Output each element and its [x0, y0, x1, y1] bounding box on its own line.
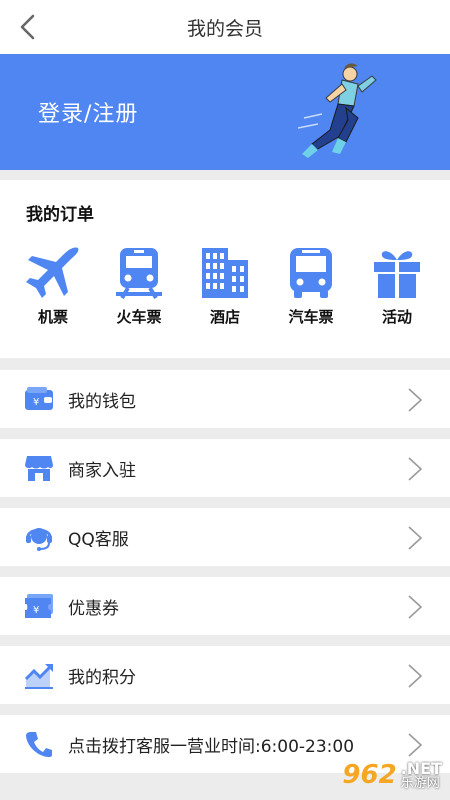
orders-title: 我的订单 [26, 205, 94, 225]
svg-text:¥: ¥ [33, 605, 39, 616]
login-banner: 登录/注册 [0, 54, 450, 170]
gift-icon [374, 251, 420, 298]
phone-icon [24, 729, 54, 759]
watermark-sub: 乐游网 [400, 775, 440, 791]
order-flight[interactable]: 机票 [13, 244, 93, 327]
hotel-icon [202, 248, 248, 298]
chevron-right-icon [408, 388, 423, 412]
chevron-right-icon [408, 526, 423, 550]
menu-label: 优惠券 [68, 598, 119, 619]
chevron-right-icon [408, 733, 423, 757]
order-bus[interactable]: 汽车票 [271, 244, 351, 327]
order-label: 火车票 [116, 308, 162, 326]
wallet-icon: ¥ [24, 384, 54, 414]
chevron-left-icon [20, 14, 35, 40]
login-register-link[interactable]: 登录/注册 [38, 96, 138, 128]
menu-label: QQ客服 [68, 529, 129, 550]
watermark-logo: 962 [342, 760, 397, 790]
menu-label: 商家入驻 [68, 460, 136, 481]
menu-label: 我的积分 [68, 667, 136, 688]
menu-merchant[interactable]: 商家入驻 [0, 439, 450, 497]
menu-label: 我的钱包 [68, 391, 136, 412]
page-title: 我的会员 [186, 17, 263, 40]
order-hotel[interactable]: 酒店 [185, 244, 265, 327]
order-label: 汽车票 [288, 308, 334, 326]
top-bar: 我的会员 [0, 0, 450, 54]
order-label: 活动 [381, 308, 412, 326]
coupon-icon: ¥ [24, 591, 54, 621]
headset-icon [24, 522, 54, 552]
order-categories: 机票 火车票 酒店 汽车票 活动 [0, 244, 450, 327]
order-train[interactable]: 火车票 [99, 244, 179, 327]
menu-coupon[interactable]: ¥ 优惠券 [0, 577, 450, 635]
store-icon [24, 453, 54, 483]
chevron-right-icon [408, 664, 423, 688]
order-label: 酒店 [209, 308, 240, 326]
order-label: 机票 [37, 308, 68, 326]
my-orders-panel: 我的订单 机票 火车票 酒店 汽车票 活动 [0, 180, 450, 358]
menu-label: 点击拨打客服一营业时间:6:00-23:00 [68, 736, 355, 757]
site-watermark: 962 .NET 乐游网 [342, 760, 442, 790]
menu-wallet[interactable]: ¥ 我的钱包 [0, 370, 450, 428]
chevron-right-icon [408, 457, 423, 481]
bus-icon [290, 248, 332, 298]
runner-illustration [297, 63, 377, 158]
menu-points[interactable]: 我的积分 [0, 646, 450, 704]
chevron-right-icon [408, 595, 423, 619]
menu-qq-service[interactable]: QQ客服 [0, 508, 450, 566]
airplane-icon [26, 247, 79, 298]
order-activity[interactable]: 活动 [357, 244, 437, 327]
menu-list: ¥ 我的钱包 商家入驻 QQ客服 ¥ 优惠券 我的积分 点击拨打客服一营业时间:… [0, 370, 450, 773]
svg-text:¥: ¥ [33, 397, 39, 408]
train-icon [116, 248, 162, 300]
chart-icon [24, 660, 54, 690]
watermark-net: .NET [400, 758, 442, 778]
back-button[interactable] [14, 12, 42, 42]
